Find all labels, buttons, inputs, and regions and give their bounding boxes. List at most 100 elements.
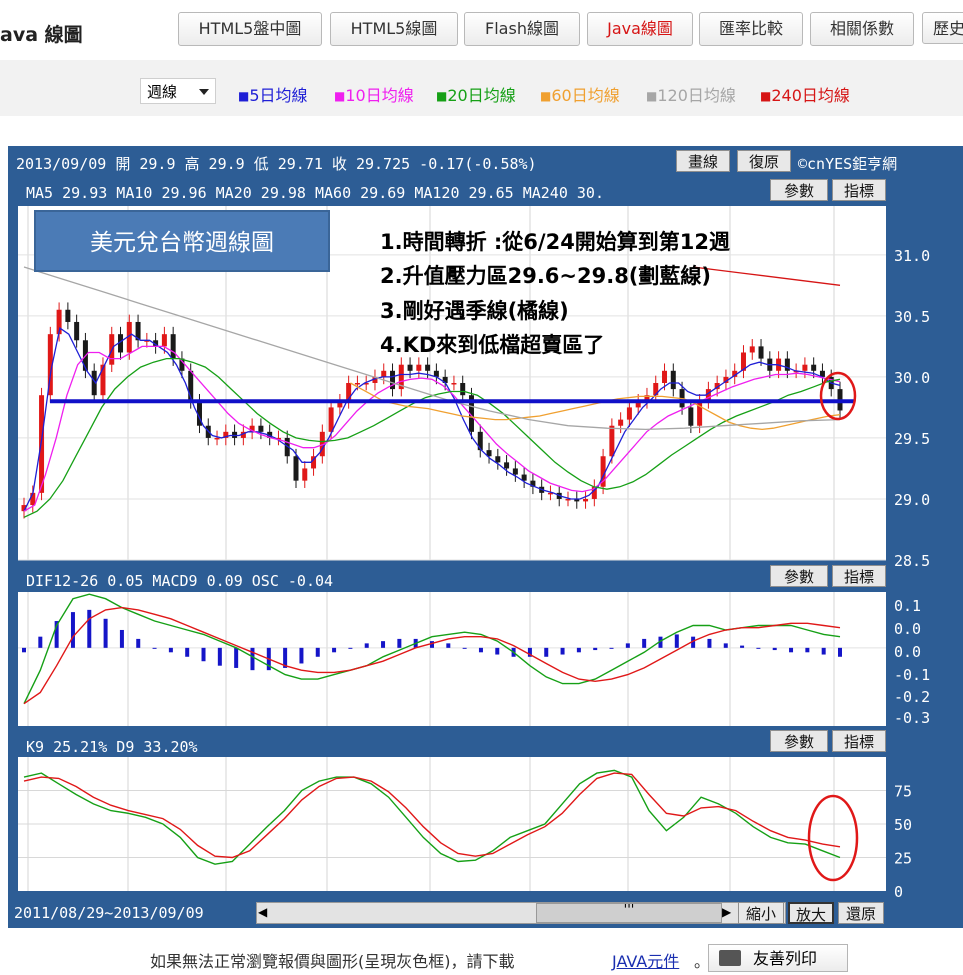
y-tick-label: 29.0 bbox=[894, 491, 930, 509]
osc-bar bbox=[838, 647, 842, 657]
candle-body bbox=[74, 321, 80, 341]
candle-body bbox=[416, 364, 422, 371]
osc-bar bbox=[740, 645, 745, 648]
y-tick-label: 30.0 bbox=[894, 369, 930, 387]
candle-body bbox=[670, 370, 676, 390]
osc-bar bbox=[22, 647, 26, 653]
candle-body bbox=[425, 364, 431, 371]
osc-bar bbox=[70, 612, 75, 648]
candle-body bbox=[662, 370, 668, 383]
candle-body bbox=[407, 364, 413, 371]
y-tick-label: 50 bbox=[894, 816, 912, 834]
printer-icon bbox=[719, 950, 741, 966]
chart-title-box: 美元兌台幣週線圖 bbox=[34, 210, 330, 272]
osc-bar bbox=[103, 618, 108, 648]
osc-bar bbox=[397, 638, 402, 648]
candle-body bbox=[495, 456, 501, 463]
candle-body bbox=[258, 425, 264, 432]
x-tick-label: 201212 bbox=[532, 877, 583, 893]
chart-canvas: 201109 201112 201203 201206 201209 201212 2013… bbox=[18, 206, 930, 901]
y-tick-label: 29.5 bbox=[894, 430, 930, 448]
scroll-right-icon[interactable]: ▶ bbox=[722, 905, 731, 919]
osc-bar bbox=[789, 647, 794, 653]
osc-bar bbox=[446, 643, 451, 648]
osc-bar bbox=[332, 647, 337, 653]
candle-body bbox=[609, 425, 615, 457]
y-tick-label: 25 bbox=[894, 850, 912, 868]
osc-bar bbox=[805, 647, 810, 653]
osc-bar bbox=[364, 643, 369, 648]
candle-body bbox=[451, 383, 457, 385]
y-tick-label: 0.0 bbox=[894, 620, 921, 638]
candle-body bbox=[293, 456, 299, 481]
y-tick-label: -0.1 bbox=[894, 666, 930, 684]
scroll-left-icon[interactable]: ◀ bbox=[258, 905, 267, 919]
zoom-in-button[interactable]: 放大 bbox=[788, 902, 834, 924]
osc-bar bbox=[38, 636, 43, 648]
y-tick-label: 75 bbox=[894, 783, 912, 801]
print-button[interactable]: 友善列印 bbox=[708, 944, 848, 972]
osc-bar bbox=[723, 643, 728, 648]
x-tick-label: 201309 bbox=[836, 712, 887, 728]
osc-bar bbox=[168, 647, 173, 653]
osc-bar bbox=[495, 647, 500, 655]
x-tick-label: 201203 bbox=[228, 877, 279, 893]
osc-bar bbox=[576, 647, 581, 653]
x-tick-label: 201109 bbox=[30, 877, 81, 893]
osc-bar bbox=[234, 647, 239, 668]
osc-bar bbox=[478, 647, 483, 653]
print-button-label: 友善列印 bbox=[753, 949, 818, 968]
osc-bar bbox=[821, 647, 826, 655]
footer-message: 如果無法正常瀏覽報價與圖形(呈現灰色框)，請下載 bbox=[150, 952, 515, 971]
candle-body bbox=[811, 364, 817, 371]
candle-body bbox=[161, 334, 167, 347]
candle-body bbox=[381, 370, 387, 377]
candle-body bbox=[214, 437, 220, 440]
candle-body bbox=[477, 431, 483, 451]
osc-bar bbox=[560, 647, 565, 655]
osc-bar bbox=[772, 647, 777, 651]
osc-bar bbox=[185, 647, 190, 657]
y-tick-label: 30.5 bbox=[894, 308, 930, 326]
reset-zoom-button[interactable]: 還原 bbox=[838, 902, 884, 924]
x-tick-label: 201112 bbox=[130, 712, 181, 728]
x-tick-label: 201206 bbox=[329, 877, 380, 893]
osc-bar bbox=[544, 647, 549, 657]
osc-bar bbox=[315, 647, 320, 657]
x-tick-label: 201309 bbox=[836, 877, 887, 893]
x-tick-label: 201306 bbox=[732, 877, 783, 893]
note-1: 1.時間轉折 :從6/24開始算到第12週 bbox=[380, 230, 731, 254]
note-2: 2.升值壓力區29.6~29.8(劃藍線) bbox=[380, 264, 712, 288]
x-tick-label: 201112 bbox=[130, 877, 181, 893]
x-tick-label: 201212 bbox=[532, 712, 583, 728]
osc-bar bbox=[609, 647, 614, 649]
x-tick-label: 201206 bbox=[329, 712, 380, 728]
scroll-thumb[interactable]: ''' bbox=[536, 903, 722, 923]
x-tick-label: 201303 bbox=[630, 877, 681, 893]
candle-body bbox=[802, 364, 808, 371]
x-tick-label: 201209 bbox=[432, 712, 483, 728]
date-range: 2011/08/29~2013/09/09 bbox=[14, 904, 204, 922]
candle-body bbox=[170, 334, 176, 359]
osc-bar bbox=[87, 609, 92, 648]
candle-body bbox=[688, 407, 694, 426]
zoom-out-button[interactable]: 縮小 bbox=[738, 902, 784, 924]
osc-bar bbox=[707, 638, 712, 648]
x-tick-label: 201209 bbox=[432, 877, 483, 893]
y-tick-label: -0.3 bbox=[894, 709, 930, 727]
osc-bar bbox=[674, 634, 679, 648]
osc-bar bbox=[136, 638, 141, 648]
y-tick-label: 31.0 bbox=[894, 247, 930, 265]
osc-bar bbox=[217, 647, 222, 666]
x-tick-label: 201303 bbox=[630, 712, 681, 728]
x-tick-label: 201306 bbox=[732, 712, 783, 728]
note-4: 4.KD來到低檔超賣區了 bbox=[380, 333, 605, 357]
java-download-link[interactable]: JAVA元件 bbox=[612, 948, 679, 972]
candle-body bbox=[749, 346, 755, 353]
osc-bar bbox=[642, 638, 647, 648]
y-tick-label: -0.2 bbox=[894, 688, 930, 706]
candle-body bbox=[583, 498, 589, 502]
osc-bar bbox=[593, 647, 598, 651]
candle-body bbox=[65, 309, 71, 322]
y-tick-label: 0 bbox=[894, 883, 903, 901]
